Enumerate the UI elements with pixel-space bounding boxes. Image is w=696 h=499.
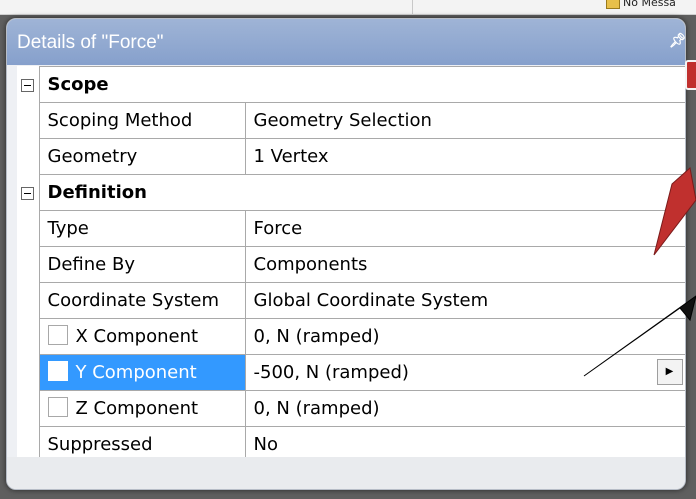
red-arrow <box>653 167 696 256</box>
black-arrow <box>583 295 696 377</box>
annotation-arrows <box>583 167 696 377</box>
